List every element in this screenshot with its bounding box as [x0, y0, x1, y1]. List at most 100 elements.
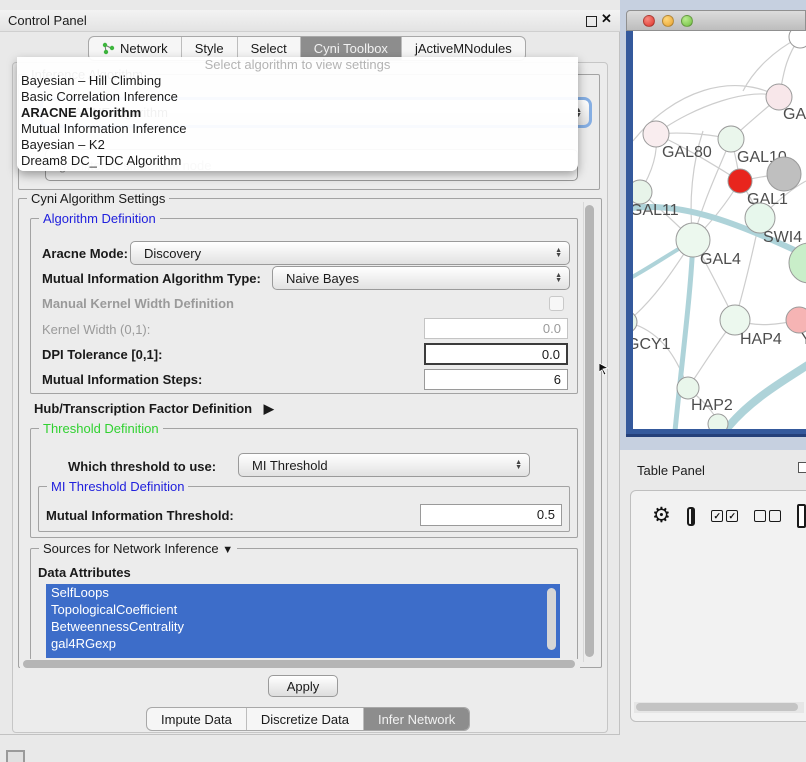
float-panel-icon[interactable]	[586, 16, 597, 27]
gear-icon[interactable]: ⚙	[652, 506, 671, 526]
node-label: GAL	[783, 106, 806, 123]
network-node[interactable]	[708, 414, 728, 429]
which-threshold-label: Which threshold to use:	[68, 459, 216, 474]
select-all-checkboxes-icon[interactable]: ✓✓	[711, 510, 738, 522]
attr-list-scrollbar[interactable]	[547, 588, 556, 650]
mi-type-combo[interactable]: Naive Bayes ▲▼	[272, 266, 570, 290]
tab-label: Style	[195, 41, 224, 56]
table-clip: shared…name YDL19…YDL19…13YDR27…YDR27…12…	[634, 540, 806, 700]
manual-kernel-checkbox[interactable]	[549, 296, 564, 311]
algorithm-option[interactable]: Bayesian – Hill Climbing	[17, 73, 578, 89]
manual-kernel-label: Manual Kernel Width Definition	[42, 296, 234, 311]
network-icon	[102, 42, 115, 55]
export-table-icon[interactable]	[797, 504, 806, 528]
combo-stepper-icon: ▲▼	[555, 273, 562, 283]
settings-vertical-scrollbar[interactable]	[583, 202, 596, 662]
settings-horizontal-scrollbar[interactable]	[20, 659, 580, 670]
network-node[interactable]	[789, 31, 806, 48]
network-node-gal11[interactable]	[633, 180, 652, 204]
network-window-titlebar[interactable]	[626, 10, 806, 31]
node-label: GAL80	[662, 144, 712, 161]
mi-threshold-group-title: MI Threshold Definition	[47, 479, 188, 494]
apply-button[interactable]: Apply	[268, 675, 338, 697]
attribute-item[interactable]: SelfLoops	[46, 584, 560, 601]
mi-type-value: Naive Bayes	[286, 271, 359, 286]
attribute-item[interactable]: TopologicalCoefficient	[46, 601, 560, 618]
node-label: SWI4	[763, 229, 802, 246]
mi-threshold-field[interactable]: 0.5	[420, 504, 562, 526]
mouse-cursor	[599, 363, 609, 375]
aracne-mode-combo[interactable]: Discovery ▲▼	[130, 241, 570, 265]
network-node-gal1[interactable]	[728, 169, 752, 193]
network-graph: GALGAL80GAL10GAL1GAL11SWI4GAL4GCY1HAP4YH…	[633, 31, 806, 429]
tab-discretize-data[interactable]: Discretize Data	[247, 708, 364, 730]
tab-label: jActiveMNodules	[415, 41, 512, 56]
cyni-settings-title: Cyni Algorithm Settings	[27, 191, 169, 206]
node-label: GCY1	[633, 336, 671, 353]
table-horizontal-scrollbar[interactable]	[634, 702, 804, 713]
apply-button-label: Apply	[287, 679, 320, 694]
hub-definition-expander[interactable]: Hub/Transcription Factor Definition ▶	[34, 401, 274, 417]
algorithm-option[interactable]: ARACNE Algorithm	[17, 105, 578, 121]
node-label: HAP4	[740, 331, 782, 348]
network-node-y[interactable]	[786, 307, 806, 333]
table-panel-toolbar: ⚙ ✓✓	[630, 498, 806, 534]
network-edge	[656, 94, 779, 134]
algorithm-option[interactable]: Mutual Information Inference	[17, 121, 578, 137]
combo-stepper-icon: ▲▼	[555, 248, 562, 258]
minimize-window-icon[interactable]	[662, 15, 674, 27]
split-columns-icon[interactable]	[687, 507, 695, 526]
attribute-item[interactable]: gal4RGexp	[46, 635, 560, 652]
close-panel-icon[interactable]: ✕	[601, 11, 612, 27]
algorithm-definition-title: Algorithm Definition	[39, 211, 160, 226]
bottom-tabbar: Impute DataDiscretize DataInfer Network	[146, 707, 470, 731]
dpi-tolerance-field[interactable]: 0.0	[424, 343, 568, 365]
tab-label: Network	[120, 41, 168, 56]
attribute-item[interactable]: BetweennessCentrality	[46, 618, 560, 635]
sources-group-title[interactable]: Sources for Network Inference ▼	[39, 541, 237, 556]
network-view-window: GALGAL80GAL10GAL1GAL11SWI4GAL4GCY1HAP4YH…	[626, 10, 806, 437]
deselect-all-checkboxes-icon[interactable]	[754, 510, 781, 522]
node-label: GAL11	[633, 202, 679, 219]
algorithm-option[interactable]: Bayesian – K2	[17, 137, 578, 153]
which-threshold-combo[interactable]: MI Threshold ▲▼	[238, 453, 530, 477]
algorithm-option[interactable]: Dream8 DC_TDC Algorithm	[17, 153, 578, 169]
mi-type-label: Mutual Information Algorithm Type:	[42, 271, 261, 286]
network-edge	[725, 361, 806, 429]
aracne-mode-label: Aracne Mode:	[42, 246, 128, 261]
tab-impute-data[interactable]: Impute Data	[147, 708, 247, 730]
data-attributes-list[interactable]: SelfLoopsTopologicalCoefficientBetweenne…	[46, 584, 560, 658]
network-canvas[interactable]: GALGAL80GAL10GAL1GAL11SWI4GAL4GCY1HAP4YH…	[633, 31, 806, 429]
close-window-icon[interactable]	[643, 15, 655, 27]
mi-steps-label: Mutual Information Steps:	[42, 372, 202, 387]
network-node-hap2[interactable]	[677, 377, 699, 399]
expander-arrow-icon: ▶	[264, 401, 274, 417]
algorithm-option[interactable]: Basic Correlation Inference	[17, 89, 578, 105]
tab-infer-network[interactable]: Infer Network	[364, 708, 469, 730]
combo-stepper-icon: ▲▼	[515, 460, 522, 470]
network-node[interactable]	[767, 157, 801, 191]
aracne-mode-value: Discovery	[144, 246, 201, 261]
control-panel-titlebar	[0, 10, 620, 32]
minimized-panel-icon[interactable]	[6, 750, 25, 762]
network-window-frame: GALGAL80GAL10GAL1GAL11SWI4GAL4GCY1HAP4YH…	[626, 31, 806, 437]
kernel-width-label: Kernel Width (0,1):	[42, 322, 150, 337]
node-label: GAL4	[700, 251, 741, 268]
mi-steps-field[interactable]: 6	[424, 369, 568, 390]
tab-label: Select	[251, 41, 287, 56]
sources-title-text: Sources for Network Inference	[43, 541, 219, 556]
network-edge	[743, 37, 800, 91]
table-panel-title: Table Panel	[637, 463, 705, 478]
dpi-tolerance-label: DPI Tolerance [0,1]:	[42, 347, 162, 362]
hub-definition-label: Hub/Transcription Factor Definition	[34, 401, 252, 416]
algorithm-placeholder: Select algorithm to view settings	[17, 57, 578, 73]
kernel-width-field[interactable]: 0.0	[424, 318, 568, 339]
table-panel-float-icon[interactable]	[798, 462, 806, 473]
maximize-window-icon[interactable]	[681, 15, 693, 27]
collapse-arrow-icon: ▼	[222, 544, 233, 556]
node-label: Y	[801, 331, 806, 348]
mi-threshold-label: Mutual Information Threshold:	[46, 508, 234, 523]
data-attributes-label: Data Attributes	[38, 565, 131, 580]
control-panel-title: Control Panel	[8, 13, 87, 28]
table-panel-titlebar: Table Panel	[620, 450, 806, 488]
